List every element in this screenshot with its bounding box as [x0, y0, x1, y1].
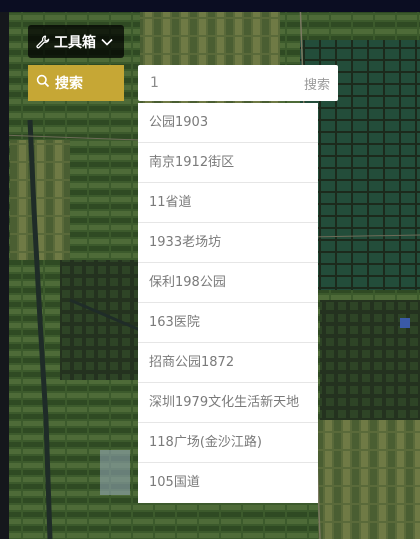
search-icon — [36, 74, 50, 92]
suggestion-item[interactable]: 保利198公园 — [138, 263, 318, 303]
suggestion-item[interactable]: 招商公园1872 — [138, 343, 318, 383]
suggestion-item[interactable]: 深圳1979文化生活新天地 — [138, 383, 318, 423]
suggestion-item[interactable]: 105国道 — [138, 463, 318, 503]
top-bar — [0, 0, 420, 12]
suggestion-list: 公园1903 南京1912街区 11省道 1933老场坊 保利198公园 163… — [138, 103, 318, 503]
toolbox-label: 工具箱 — [54, 34, 96, 51]
search-button[interactable]: 搜索 — [28, 65, 124, 101]
suggestion-item[interactable]: 1933老场坊 — [138, 223, 318, 263]
suggestion-item[interactable]: 163医院 — [138, 303, 318, 343]
suggestion-item[interactable]: 南京1912街区 — [138, 143, 318, 183]
left-panel-edge — [0, 12, 9, 539]
suggestion-item[interactable]: 118广场(金沙江路) — [138, 423, 318, 463]
toolbox-button[interactable]: 工具箱 — [28, 25, 124, 58]
search-button-label: 搜索 — [55, 76, 83, 92]
suggestion-item[interactable]: 公园1903 — [138, 103, 318, 143]
wrench-icon — [36, 35, 50, 49]
search-input[interactable] — [150, 75, 304, 91]
suggestion-item[interactable]: 11省道 — [138, 183, 318, 223]
search-box: 搜索 — [138, 65, 338, 101]
map-viewport[interactable]: 工具箱 搜索 搜索 公园1903 南京1912街区 11省道 1933老场坊 保… — [0, 0, 420, 539]
search-submit-button[interactable]: 搜索 — [304, 74, 330, 93]
chevron-down-icon — [100, 35, 114, 49]
